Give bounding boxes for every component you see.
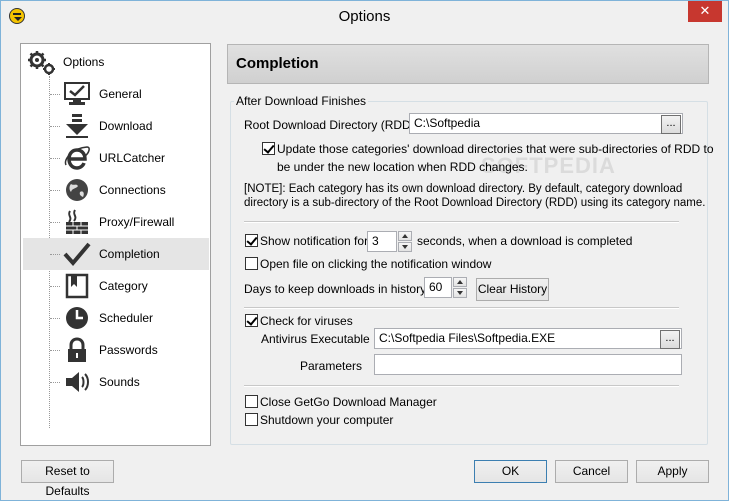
- separator: [244, 221, 679, 223]
- apply-button[interactable]: Apply: [636, 460, 709, 483]
- tree-item-completion[interactable]: Completion: [23, 238, 209, 270]
- shutdown-label: Shutdown your computer: [260, 413, 394, 427]
- spinner-down-icon[interactable]: [398, 242, 412, 252]
- cancel-button[interactable]: Cancel: [555, 460, 628, 483]
- tree-item-label: Passwords: [99, 343, 158, 357]
- antivirus-label: Antivirus Executable: [261, 332, 370, 346]
- separator: [244, 307, 679, 309]
- tree-item-passwords[interactable]: Passwords: [23, 334, 209, 366]
- tree-item-label: General: [99, 87, 142, 101]
- ie-e-icon: [64, 146, 90, 170]
- tree-item-label: Category: [99, 279, 148, 293]
- clock-icon: [66, 307, 88, 329]
- tree-item-category[interactable]: Category: [23, 270, 209, 302]
- tree-item-sounds[interactable]: Sounds: [23, 366, 209, 398]
- notification-suffix-label: seconds, when a download is completed: [417, 234, 633, 248]
- tree-item-download[interactable]: Download: [23, 110, 209, 142]
- rdd-input[interactable]: C:\Softpedia: [409, 113, 683, 134]
- history-label: Days to keep downloads in history:: [244, 282, 430, 296]
- tree-item-label: Completion: [99, 247, 160, 261]
- show-notification-label: Show notification for: [260, 234, 369, 248]
- group-title: After Download Finishes: [234, 94, 369, 108]
- page-title: Completion: [236, 55, 319, 72]
- tree-item-urlcatcher[interactable]: URLCatcher: [23, 142, 209, 174]
- open-file-checkbox[interactable]: [245, 257, 258, 270]
- globe-icon: [66, 179, 88, 201]
- history-days-input[interactable]: 60: [424, 277, 452, 298]
- spinner-down-icon[interactable]: [453, 288, 467, 298]
- rdd-label: Root Download Directory (RDD):: [244, 118, 419, 132]
- options-window: Options ✕ Options General Download URLCa…: [0, 0, 729, 501]
- antivirus-input[interactable]: C:\Softpedia Files\Softpedia.EXE: [374, 328, 682, 349]
- firewall-icon: [66, 209, 88, 234]
- close-getgo-checkbox[interactable]: [245, 395, 258, 408]
- check-viruses-label: Check for viruses: [260, 314, 353, 328]
- close-getgo-label: Close GetGo Download Manager: [260, 395, 437, 409]
- separator: [244, 385, 679, 387]
- tree-item-label: Sounds: [99, 375, 140, 389]
- spinner-up-icon[interactable]: [398, 231, 412, 241]
- antivirus-browse-button[interactable]: ...: [660, 330, 680, 349]
- tree-item-proxy-firewall[interactable]: Proxy/Firewall: [23, 206, 209, 238]
- tree-item-label: URLCatcher: [99, 151, 166, 165]
- update-subdirs-label: Update those categories' download direct…: [277, 142, 714, 156]
- note-text: [NOTE]: Each category has its own downlo…: [244, 183, 683, 195]
- options-tree: Options General Download URLCatcher Conn…: [20, 43, 211, 446]
- show-notification-checkbox[interactable]: [245, 234, 258, 247]
- history-days-spinner[interactable]: [453, 277, 467, 298]
- title-bar: Options ✕: [1, 1, 728, 32]
- window-title: Options: [338, 8, 391, 25]
- tree-root-label: Options: [63, 55, 105, 69]
- notification-seconds-spinner[interactable]: [398, 231, 412, 252]
- tree-item-label: Proxy/Firewall: [99, 215, 175, 229]
- download-arrow-icon: [66, 114, 88, 138]
- note-text-2: directory is a sub-directory of the Root…: [244, 197, 706, 209]
- notification-seconds-input[interactable]: 3: [367, 231, 397, 252]
- parameters-input[interactable]: [374, 354, 682, 375]
- reset-defaults-button[interactable]: Reset to Defaults: [21, 460, 114, 498]
- checkmark-icon: [63, 242, 91, 267]
- close-button[interactable]: ✕: [688, 1, 722, 22]
- tree-root-options[interactable]: Options: [25, 48, 205, 76]
- tree-item-connections[interactable]: Connections: [23, 174, 209, 206]
- ok-button[interactable]: OK: [474, 460, 547, 483]
- clear-history-button[interactable]: Clear History: [476, 278, 549, 301]
- tree-item-general[interactable]: General: [23, 78, 209, 110]
- spinner-up-icon[interactable]: [453, 277, 467, 287]
- page-header: Completion: [227, 44, 709, 84]
- padlock-icon: [68, 337, 86, 362]
- gears-icon: [28, 51, 55, 75]
- parameters-label: Parameters: [300, 359, 363, 373]
- update-subdirs-checkbox[interactable]: [262, 142, 275, 155]
- tree-item-label: Connections: [99, 183, 166, 197]
- update-subdirs-label-2: be under the new location when RDD chang…: [277, 160, 528, 174]
- tree-item-label: Download: [99, 119, 153, 133]
- speaker-icon: [66, 372, 89, 392]
- tree-item-scheduler[interactable]: Scheduler: [23, 302, 209, 334]
- rdd-browse-button[interactable]: ...: [661, 115, 681, 134]
- category-book-icon: [65, 273, 89, 299]
- monitor-check-icon: [64, 82, 90, 105]
- shutdown-checkbox[interactable]: [245, 413, 258, 426]
- check-viruses-checkbox[interactable]: [245, 314, 258, 327]
- open-file-label: Open file on clicking the notification w…: [260, 257, 492, 271]
- tree-item-label: Scheduler: [99, 311, 154, 325]
